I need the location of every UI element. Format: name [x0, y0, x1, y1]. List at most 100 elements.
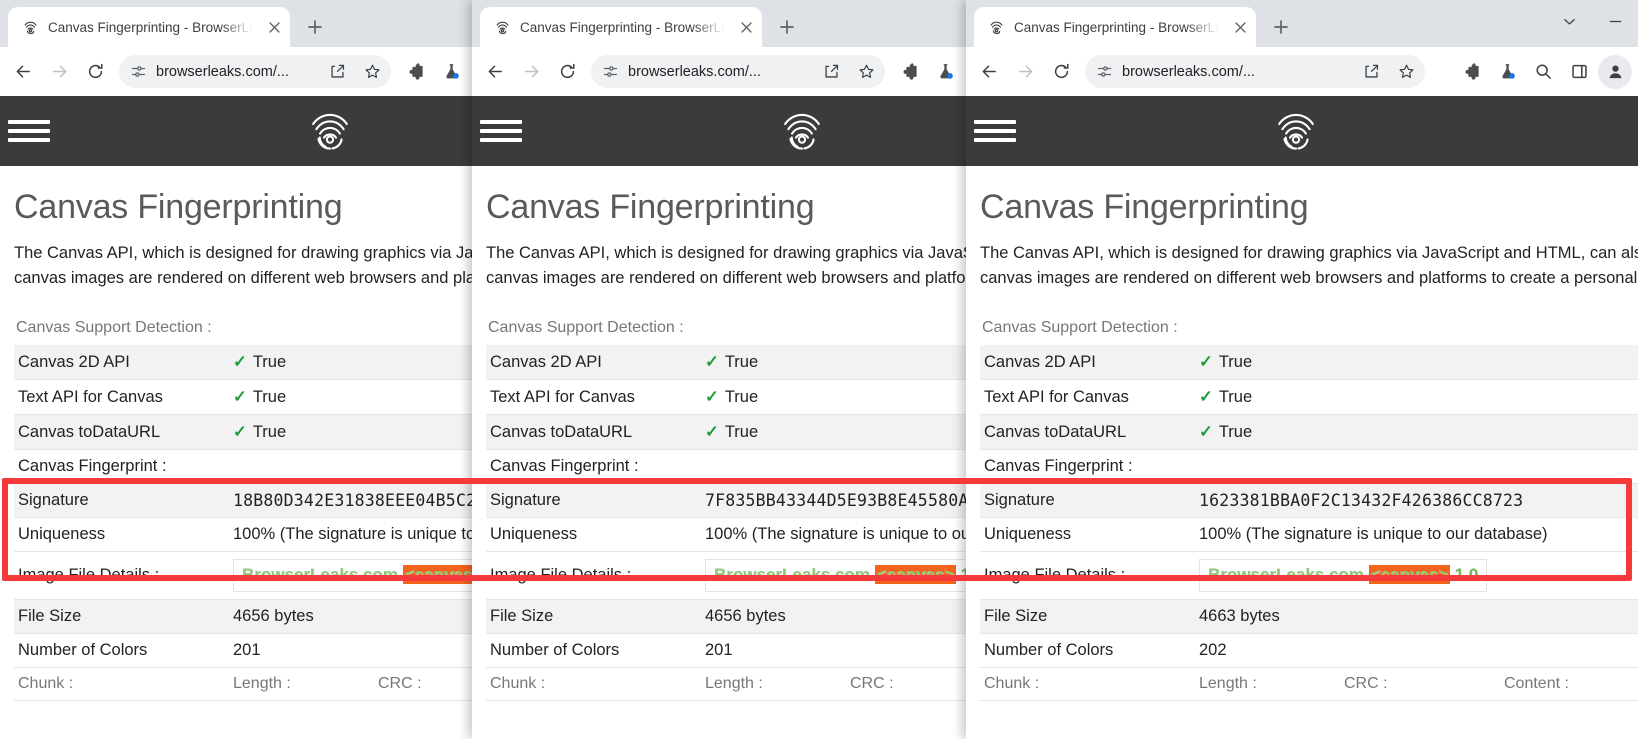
site-header — [0, 96, 474, 166]
hamburger-menu-icon[interactable] — [480, 116, 522, 146]
side-panel-icon[interactable] — [1562, 55, 1596, 89]
check-icon: ✓ — [705, 353, 719, 371]
share-icon[interactable] — [1358, 59, 1384, 85]
browser-window-1[interactable]: Canvas Fingerprinting - BrowserLeaks — [0, 0, 474, 739]
hamburger-menu-icon[interactable] — [8, 116, 50, 146]
browser-window-2[interactable]: Canvas Fingerprinting - BrowserLeaks — [472, 0, 968, 739]
row-key: Canvas toDataURL — [486, 415, 701, 450]
tune-icon[interactable] — [1096, 63, 1113, 80]
row-value: 201 — [229, 633, 474, 667]
reload-button[interactable] — [1044, 55, 1078, 89]
row-key: Canvas 2D API — [486, 345, 701, 380]
tab-title: Canvas Fingerprinting - BrowserLeaks — [520, 20, 725, 35]
web-page: Canvas Fingerprinting The Canvas API, wh… — [966, 96, 1638, 739]
row-value: ✓True — [229, 415, 474, 450]
image-details-row: Image File Details : BrowserLeaks.com <c… — [14, 552, 474, 600]
forward-button[interactable] — [514, 55, 548, 89]
fingerprint-logo-icon — [780, 109, 824, 153]
address-bar[interactable]: browserleaks.com/... — [119, 55, 391, 88]
reload-button[interactable] — [78, 55, 112, 89]
puzzle-piece-icon[interactable] — [1454, 55, 1488, 89]
forward-button[interactable] — [42, 55, 76, 89]
signature-key: Signature — [14, 484, 229, 518]
new-tab-button[interactable] — [770, 10, 804, 44]
fingerprint-section-label: Canvas Fingerprint : — [14, 450, 474, 484]
table-row: Number of Colors 201 — [486, 633, 968, 667]
row-value: 4656 bytes — [701, 599, 968, 633]
flask-icon[interactable] — [928, 55, 962, 89]
table-row: Signature 18B80D342E31838EEE04B5C28C4160… — [14, 484, 474, 518]
fingerprint-section-row: Canvas Fingerprint : — [14, 450, 474, 484]
back-button[interactable] — [478, 55, 512, 89]
signature-key: Signature — [980, 484, 1195, 518]
chunk-columns: Length :CRC :Content : — [1195, 667, 1638, 700]
star-icon[interactable] — [853, 59, 879, 85]
check-icon: ✓ — [1199, 423, 1213, 441]
forward-button[interactable] — [1008, 55, 1042, 89]
hamburger-menu-icon[interactable] — [974, 116, 1016, 146]
back-button[interactable] — [6, 55, 40, 89]
fingerprint-section-label: Canvas Fingerprint : — [980, 450, 1638, 484]
share-icon[interactable] — [324, 59, 350, 85]
check-icon: ✓ — [1199, 353, 1213, 371]
row-key: Text API for Canvas — [486, 380, 701, 415]
image-section-label: Image File Details : — [980, 552, 1195, 600]
table-row: Canvas 2D API ✓True — [980, 345, 1638, 380]
chevron-down-icon[interactable] — [1546, 2, 1592, 40]
page-title: Canvas Fingerprinting — [486, 188, 968, 227]
reload-button[interactable] — [550, 55, 584, 89]
browser-tab[interactable]: Canvas Fingerprinting - BrowserLeaks — [8, 7, 290, 47]
row-value: 4663 bytes — [1195, 599, 1638, 633]
tune-icon[interactable] — [130, 63, 147, 80]
tab-strip: Canvas Fingerprinting - BrowserLeaks — [966, 0, 1638, 47]
chunk-header-row: Chunk : Length :CRC :Content : — [980, 667, 1638, 700]
minimize-icon[interactable] — [1592, 2, 1638, 40]
page-viewport: Canvas Fingerprinting The Canvas API, wh… — [0, 96, 474, 739]
table-row: Canvas 2D API ✓True — [486, 345, 968, 380]
page-viewport: Canvas Fingerprinting The Canvas API, wh… — [472, 96, 968, 739]
row-key: File Size — [14, 599, 229, 633]
star-icon[interactable] — [1393, 59, 1419, 85]
new-tab-button[interactable] — [298, 10, 332, 44]
content-label: Content : — [1504, 675, 1569, 692]
row-key: Number of Colors — [486, 633, 701, 667]
flask-icon[interactable] — [434, 55, 468, 89]
row-value: ✓True — [701, 380, 968, 415]
back-button[interactable] — [972, 55, 1006, 89]
canvas-tag-text: <canvas> — [403, 565, 475, 584]
puzzle-piece-icon[interactable] — [892, 55, 926, 89]
row-value: 4656 bytes — [229, 599, 474, 633]
magnifier-icon[interactable] — [1526, 55, 1560, 89]
table-row: Uniqueness 100% (The signature is unique… — [486, 518, 968, 552]
canvas-render-cell: BrowserLeaks.com <canvas> 1.0 — [229, 552, 474, 600]
chunk-header-row: Chunk : Length :CRC :Content : — [486, 667, 968, 700]
browser-tab[interactable]: Canvas Fingerprinting - BrowserLeaks — [974, 7, 1256, 47]
fingerprint-icon — [988, 19, 1005, 36]
browser-window-3[interactable]: Canvas Fingerprinting - BrowserLeaks — [966, 0, 1638, 739]
share-icon[interactable] — [818, 59, 844, 85]
length-label: Length : — [233, 675, 378, 693]
close-icon[interactable] — [734, 15, 758, 39]
screen: Canvas Fingerprinting - BrowserLeaks — [0, 0, 1638, 739]
canvas-rendered-image: BrowserLeaks.com <canvas> 1.0 — [1199, 559, 1487, 592]
star-icon[interactable] — [359, 59, 385, 85]
address-bar[interactable]: browserleaks.com/... — [1085, 55, 1425, 88]
tune-icon[interactable] — [602, 63, 619, 80]
browser-tab[interactable]: Canvas Fingerprinting - BrowserLeaks — [480, 7, 762, 47]
browser-toolbar: browserleaks.com/... — [966, 47, 1638, 96]
canvas-rendered-image: BrowserLeaks.com <canvas> 1.0 — [233, 559, 474, 592]
chunk-label: Chunk : — [486, 667, 701, 700]
intro-paragraph: The Canvas API, which is designed for dr… — [14, 241, 474, 291]
close-icon[interactable] — [1228, 15, 1252, 39]
row-value: ✓True — [701, 415, 968, 450]
avatar-icon[interactable] — [1598, 55, 1632, 89]
address-bar[interactable]: browserleaks.com/... — [591, 55, 885, 88]
table-row: Text API for Canvas ✓True — [486, 380, 968, 415]
flask-icon[interactable] — [1490, 55, 1524, 89]
new-tab-button[interactable] — [1264, 10, 1298, 44]
puzzle-piece-icon[interactable] — [398, 55, 432, 89]
table-row: Text API for Canvas ✓True — [14, 380, 474, 415]
canvas-render-cell: BrowserLeaks.com <canvas> 1.0 — [1195, 552, 1638, 600]
close-icon[interactable] — [262, 15, 286, 39]
canvas-tag-text: <canvas> — [1369, 565, 1451, 584]
